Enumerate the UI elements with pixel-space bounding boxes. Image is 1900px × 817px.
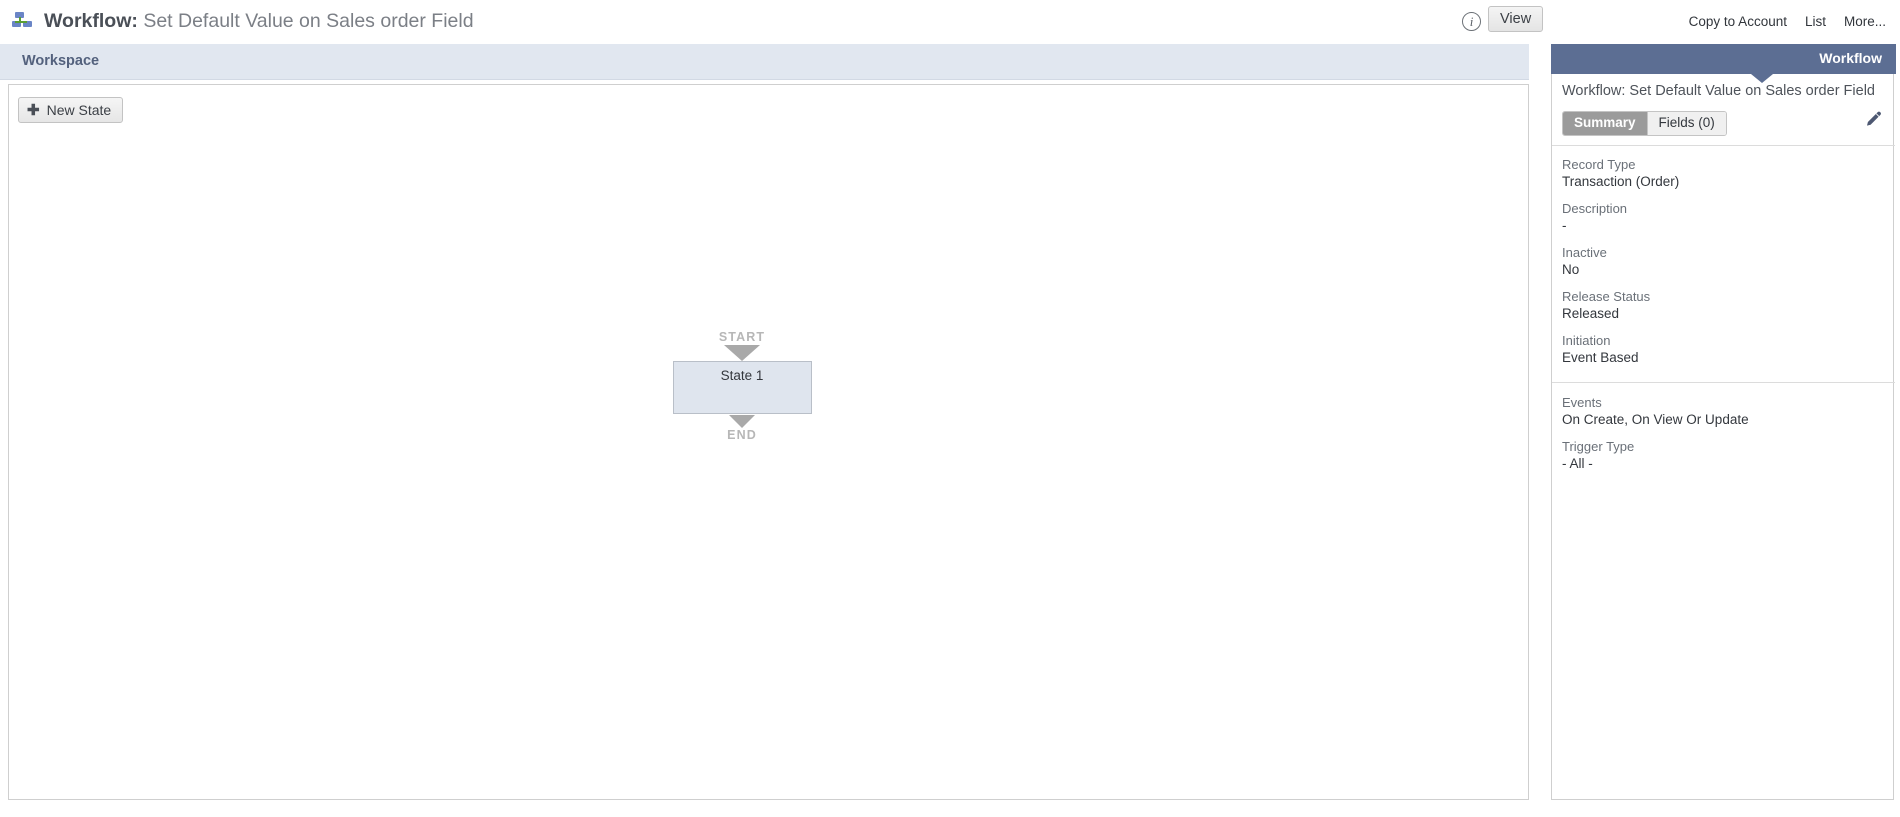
workflow-state-diagram: START State 1 END [662,330,822,442]
more-link[interactable]: More... [1844,14,1886,29]
top-title-bar: Workflow: Set Default Value on Sales ord… [0,0,1900,44]
field-inactive-label: Inactive [1562,245,1607,260]
summary-fields-group-1: Record Type Transaction (Order) Descript… [1562,157,1679,377]
workspace-canvas[interactable]: ✚ New State START State 1 END [8,84,1529,800]
workspace-panel: Workspace ✚ New State START State 1 END [0,44,1529,800]
workflow-side-panel: Workflow Workflow: Set Default Value on … [1551,44,1896,800]
start-arrow-icon [724,345,760,361]
page-title-prefix: Workflow: [44,10,138,32]
field-release-status-value: Released [1562,306,1620,321]
summary-fields-group-2: Events On Create, On View Or Update Trig… [1562,395,1749,483]
field-description-value: - [1562,218,1567,233]
workspace-header-title: Workspace [22,53,100,69]
side-panel-divider-top [1552,145,1895,146]
field-release-status-label: Release Status [1562,289,1651,304]
info-icon[interactable]: i [1462,12,1481,31]
side-panel-notch-icon [1751,74,1773,83]
field-record-type-value: Transaction (Order) [1562,174,1680,189]
field-trigger-type: Trigger Type - All - [1562,439,1749,472]
field-events-value: On Create, On View Or Update [1562,412,1749,427]
end-label: END [727,428,757,442]
side-panel-title: Workflow [1819,50,1882,66]
workspace-header: Workspace [0,44,1529,80]
field-record-type: Record Type Transaction (Order) [1562,157,1679,190]
workflow-hierarchy-icon [12,10,38,34]
tab-fields[interactable]: Fields (0) [1646,112,1726,135]
page-title-name: Set Default Value on Sales order Field [143,10,474,32]
field-inactive-value: No [1562,262,1580,277]
state-node-label: State 1 [720,368,764,383]
field-initiation: Initiation Event Based [1562,333,1679,366]
side-panel-tabs: Summary Fields (0) [1562,111,1727,136]
side-panel-divider-middle [1552,382,1895,383]
pencil-icon[interactable] [1862,109,1882,129]
side-panel-record-title: Workflow: Set Default Value on Sales ord… [1562,83,1875,99]
list-link[interactable]: List [1805,14,1826,29]
field-record-type-label: Record Type [1562,157,1636,172]
start-label: START [718,330,766,344]
field-events-label: Events [1562,395,1602,410]
view-button[interactable]: View [1488,6,1544,32]
field-trigger-type-label: Trigger Type [1562,439,1635,454]
new-state-button-label: New State [46,102,112,118]
field-description-label: Description [1562,201,1628,216]
field-initiation-value: Event Based [1562,350,1639,365]
new-state-button[interactable]: ✚ New State [18,97,124,123]
page-title: Workflow: Set Default Value on Sales ord… [44,6,474,37]
field-initiation-label: Initiation [1562,333,1611,348]
end-arrow-icon [729,415,755,428]
field-events: Events On Create, On View Or Update [1562,395,1749,428]
side-panel-header: Workflow [1551,44,1896,74]
field-description: Description - [1562,201,1679,234]
tab-summary[interactable]: Summary [1563,112,1647,135]
field-release-status: Release Status Released [1562,289,1679,322]
field-inactive: Inactive No [1562,245,1679,278]
plus-icon: ✚ [27,101,40,119]
state-node[interactable]: State 1 [672,361,812,414]
top-links: Copy to Account List More... [1689,14,1886,29]
copy-to-account-link[interactable]: Copy to Account [1689,14,1787,29]
field-trigger-type-value: - All - [1562,456,1593,471]
